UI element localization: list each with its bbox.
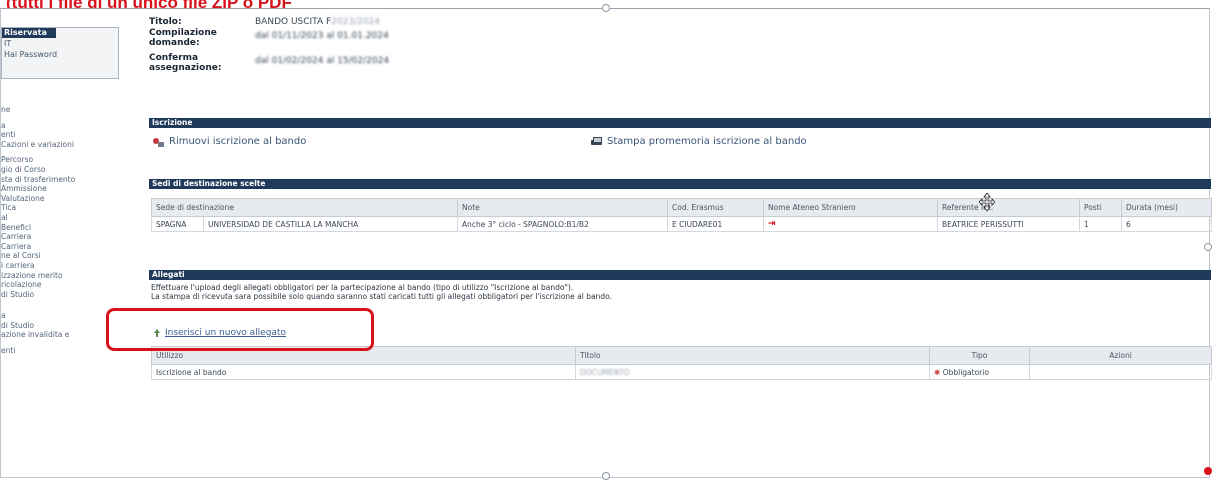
mandatory-icon: ✱ [934,367,941,377]
cell-utilizzo: Iscrizione al bando [151,364,576,380]
sidebar: Riservata IT Hai Password ne a enti Cazioni… [1,9,123,477]
sidebar-item[interactable]: Ammissione [1,184,121,194]
sidebar-item[interactable]: a [1,121,121,131]
col-azioni: Azioni [1029,346,1212,365]
login-link-password[interactable]: Hai Password [2,49,118,60]
sidebar-item[interactable]: izzazione merito [1,271,121,281]
cell-university: UNIVERSIDAD DE CASTILLA LA MANCHA [203,216,458,232]
remove-iscrizione-link[interactable]: Rimuovi iscrizione al bando [153,136,306,147]
cell-posti: 1 [1079,216,1122,232]
sidebar-item[interactable]: Percorso [1,155,121,165]
allegati-desc-1: Effettuare l'upload degli allegati obbli… [151,283,574,292]
sidebar-item[interactable]: azione invalidita e [1,330,121,340]
sidebar-item[interactable]: ne [1,105,121,115]
move-cursor-icon [979,193,995,212]
cell-referente: BEATRICE PERISSUTTI [937,216,1080,232]
sidebar-item[interactable]: sta di trasferimento [1,175,121,185]
print-promemoria-link[interactable]: Stampa promemoria iscrizione al bando [591,136,807,147]
resize-handle-top[interactable] [602,4,610,12]
resize-handle-corner[interactable] [1204,467,1212,475]
sidebar-item[interactable]: enti [1,346,121,356]
allegati-desc-2: La stampa di ricevuta sara possibile sol… [151,292,612,301]
side-menu: ne a enti Cazioni e variazioni Percorso gio d… [1,99,121,356]
sidebar-item[interactable]: gio di Corso [1,165,121,175]
col-cod: Cod. Erasmus [667,198,764,217]
sidebar-item[interactable]: Carriera [1,232,121,242]
sidebar-item[interactable]: Tica [1,203,121,213]
sidebar-item[interactable]: di Studio [1,290,121,300]
exit-link-icon[interactable]: ⇥ [768,219,776,229]
sidebar-item[interactable]: a [1,311,121,321]
table-row: Iscrizione al bando DOCUMENTO ✱ Obbligat… [151,364,1212,380]
login-box: Riservata IT Hai Password [1,27,119,79]
sidebar-item[interactable]: Carriera [1,242,121,252]
table-row: SPAGNA UNIVERSIDAD DE CASTILLA LA MANCHA… [151,216,1212,232]
login-link-it[interactable]: IT [2,38,118,49]
resize-handle-right[interactable] [1204,243,1212,251]
cell-tipo: ✱ Obbligatorio [929,364,1030,380]
conferma-label: Conferma assegnazione: [149,53,222,73]
col-posti: Posti [1079,198,1122,217]
sidebar-item[interactable]: di Studio [1,321,121,331]
sedi-header-row: Sede di destinazione Note Cod. Erasmus N… [151,198,1212,217]
conferma-value: dal 01/02/2024 al 15/02/2024 [255,56,390,66]
sidebar-item[interactable]: i carriera [1,261,121,271]
cell-durata: 6 [1121,216,1212,232]
compilazione-label: Compilazione domande: [149,28,217,48]
sedi-table: Sede di destinazione Note Cod. Erasmus N… [151,198,1212,232]
sidebar-item[interactable]: al [1,213,121,223]
resize-handle-bottom[interactable] [602,472,610,480]
login-title: Riservata [2,28,56,38]
cell-ateneo: ⇥ [763,216,938,232]
sidebar-item[interactable]: Valutazione [1,194,121,204]
print-icon [591,136,602,147]
cell-note: Anche 3° ciclo - SPAGNOLO:B1/B2 [457,216,668,232]
col-ateneo: Nome Ateneo Straniero [763,198,938,217]
upload-icon [153,328,161,338]
col-tipo: Tipo [929,346,1030,365]
titolo-label: Titolo: [149,17,182,27]
cell-country: SPAGNA [151,216,204,232]
sidebar-item[interactable]: ne al Corsi [1,251,121,261]
compilazione-value: dal 01/11/2023 al 01.01.2024 [255,31,389,41]
col-referente: Referente Int. [937,198,1080,217]
sidebar-item[interactable]: Cazioni e variazioni [1,140,121,150]
allegati-table: Utilizzo Titolo Tipo Azioni Iscrizione a… [151,346,1212,380]
cell-titolo: DOCUMENTO [575,364,930,380]
col-durata: Durata (mesi) [1121,198,1212,217]
sidebar-item[interactable]: enti [1,130,121,140]
screenshot-frame: Riservata IT Hai Password ne a enti Cazioni… [0,4,1212,480]
titolo-value: BANDO USCITA F2023/2024 [255,17,381,27]
col-note: Note [457,198,668,217]
sidebar-item[interactable]: ricolazione [1,280,121,290]
col-sede: Sede di destinazione [151,198,458,217]
main-content: Titolo: BANDO USCITA F2023/2024 Compilaz… [149,9,1212,477]
remove-icon [153,137,164,147]
sedi-header: Sedi di destinazione scelte [149,179,1211,189]
cell-cod: E CIUDARE01 [667,216,764,232]
iscrizione-header: Iscrizione [149,118,1211,128]
insert-allegato-link[interactable]: Inserisci un nuovo allegato [153,328,286,338]
allegati-header: Allegati [149,270,1211,280]
sidebar-item[interactable]: Benefici [1,223,121,233]
cell-azioni [1029,364,1212,380]
col-titolo: Titolo [575,346,930,365]
